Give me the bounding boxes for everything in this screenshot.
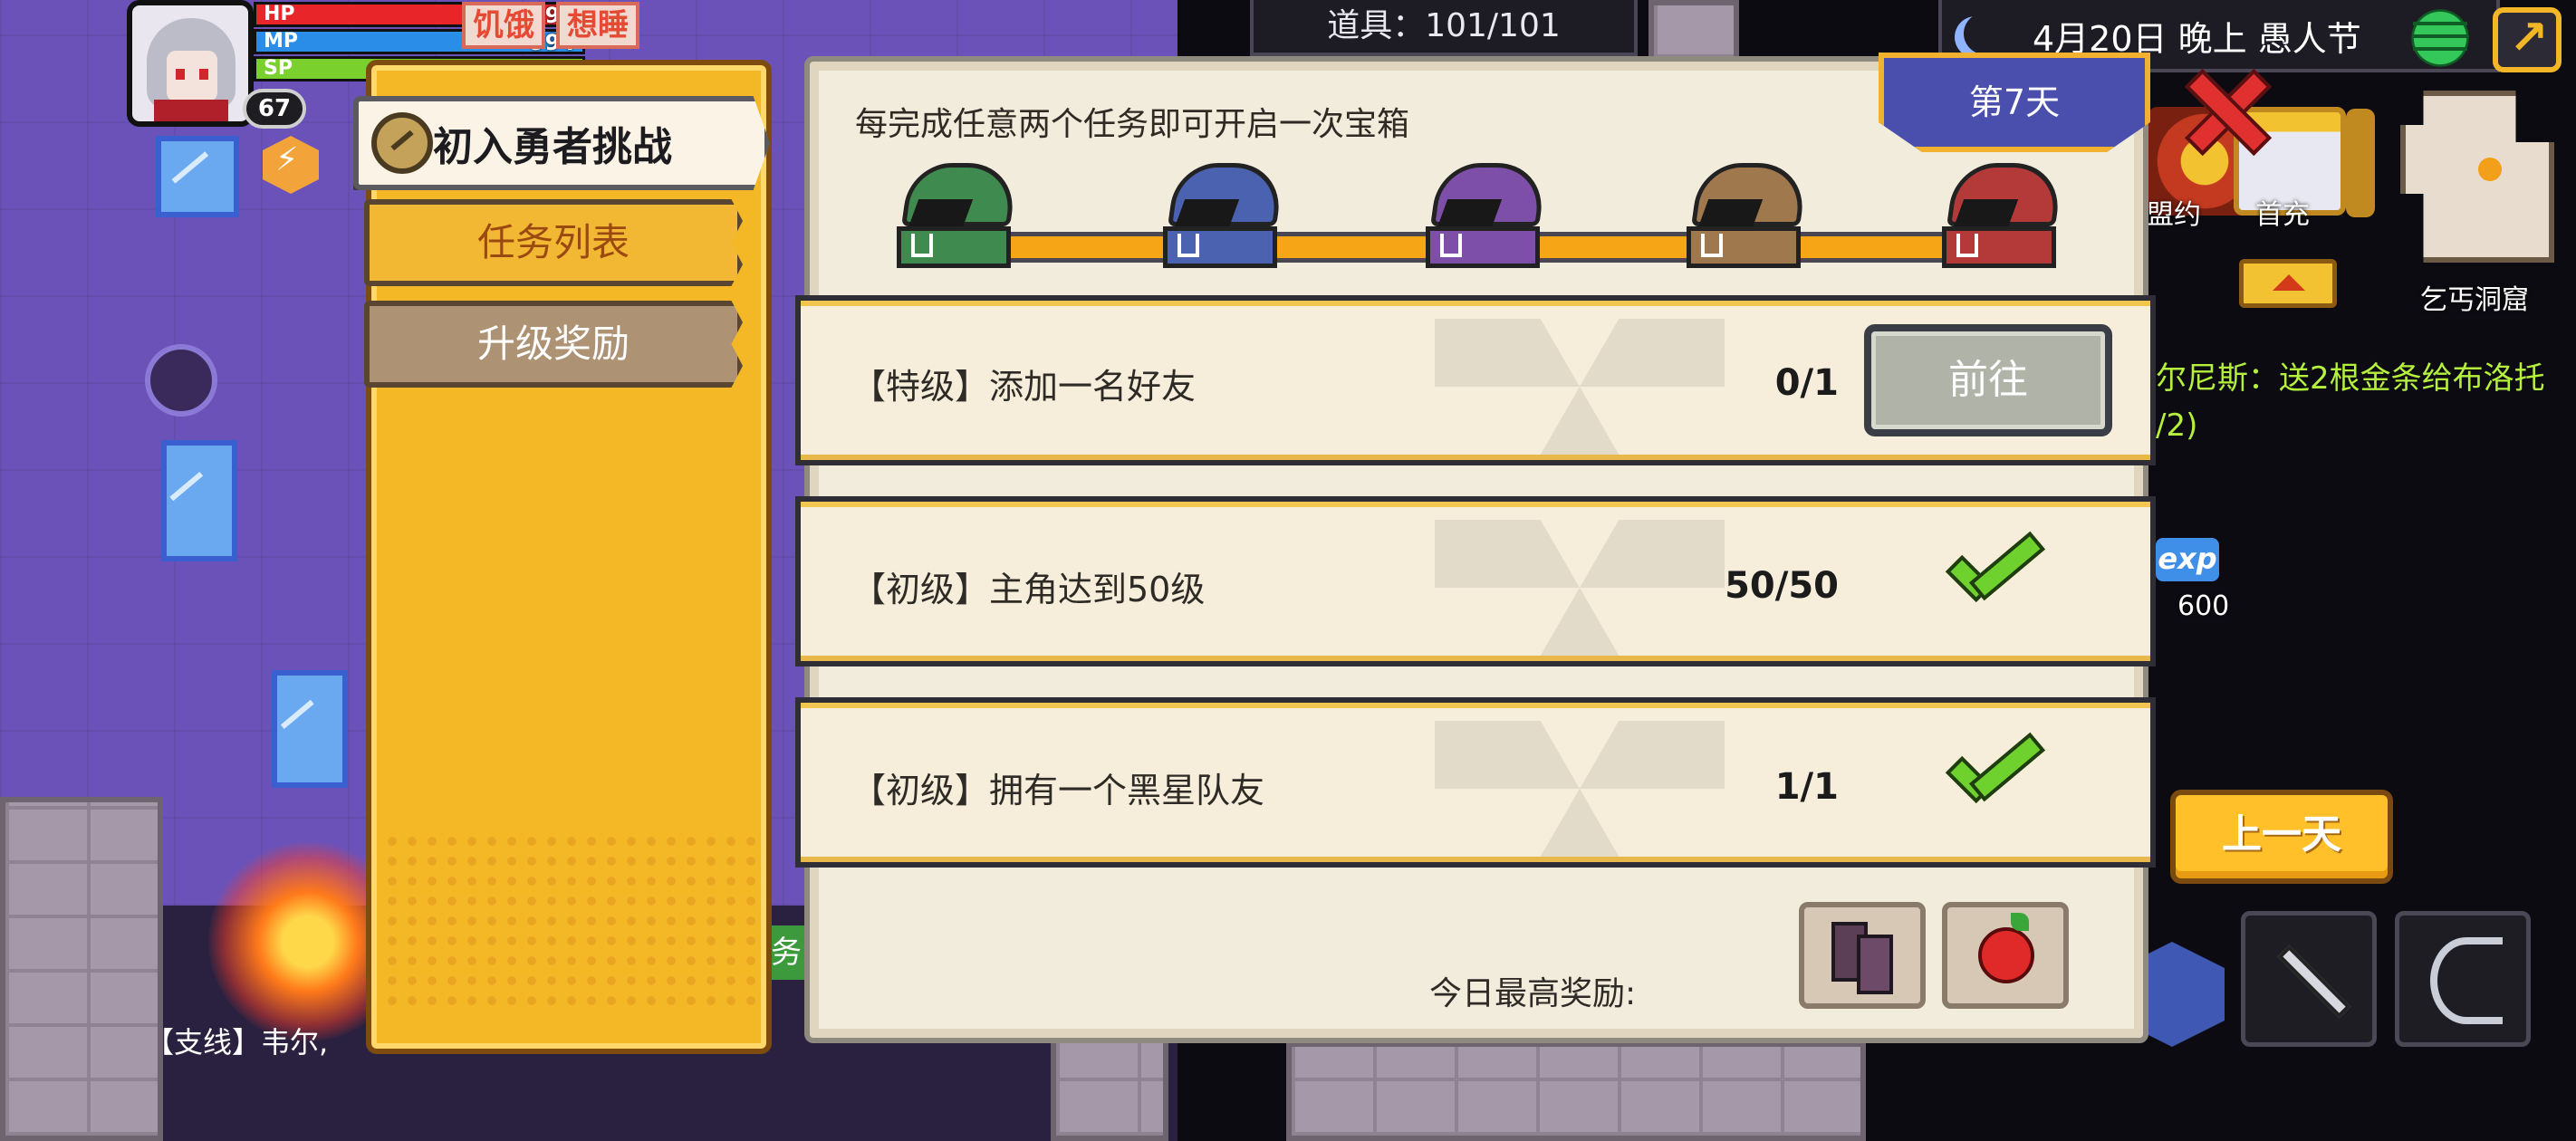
chest-lock-icon — [911, 234, 933, 257]
chest-lock-icon — [1177, 234, 1199, 257]
item-count: 道具：101/101 — [1250, 0, 1638, 56]
avatar-eye — [199, 69, 208, 80]
exp-icon: exp — [2156, 538, 2219, 581]
day-label: 第7天 — [1968, 82, 2061, 122]
treasure-chest-icon[interactable] — [1687, 163, 1809, 272]
more-icon[interactable] — [2346, 109, 2375, 217]
treasure-chest-icon[interactable] — [897, 163, 1019, 272]
minimap-label: 乞丐洞窟 — [2420, 284, 2529, 316]
level-badge: 67 — [243, 89, 306, 129]
prev-day-button[interactable]: 上一天 — [2170, 790, 2393, 884]
moon-icon — [1964, 13, 2005, 54]
apple-icon[interactable] — [1942, 902, 2069, 1009]
check-icon — [1947, 547, 2031, 601]
check-icon — [1947, 748, 2031, 802]
apple-leaf — [2011, 913, 2029, 931]
ice-block — [161, 440, 237, 561]
chest-lock-icon — [1440, 234, 1462, 257]
treasure-chest-icon[interactable] — [1942, 163, 2064, 272]
sword-icon — [2277, 944, 2351, 1019]
avatar-eye — [176, 69, 185, 80]
stone-wall — [0, 797, 163, 1141]
ice-block — [156, 136, 239, 217]
tab-upgrade-reward[interactable]: 升级奖励 — [364, 301, 743, 388]
boot-right — [1857, 935, 1893, 994]
player-avatar[interactable] — [127, 0, 254, 127]
task-name: 【初级】主角达到50级 — [851, 570, 1206, 609]
apple-body — [1978, 927, 2034, 983]
covenant-label: 盟约 — [2147, 199, 2201, 231]
task-progress: 0/1 — [1774, 362, 1839, 404]
challenge-medal-icon — [371, 112, 433, 174]
bow-skill-slot[interactable] — [2395, 911, 2531, 1047]
first-recharge-label: 首充 — [2255, 199, 2310, 231]
star-watermark — [1435, 520, 1725, 656]
chest-inside — [907, 199, 974, 230]
chest-inside — [1173, 199, 1240, 230]
task-name: 【特级】添加一名好友 — [851, 367, 1197, 407]
quest-chip[interactable]: 务 — [766, 925, 806, 980]
chest-lock-icon — [1701, 234, 1723, 257]
stone-wall — [1648, 0, 1739, 63]
stone-wall — [1051, 1032, 1168, 1141]
collapse-button[interactable] — [2239, 259, 2337, 308]
task-progress: 1/1 — [1774, 766, 1839, 808]
hp-label: HP — [264, 3, 295, 25]
treasure-chest-icon[interactable] — [1426, 163, 1548, 272]
chest-inside — [1697, 199, 1764, 230]
boots-icon[interactable] — [1799, 902, 1926, 1009]
status-hungry-badge[interactable]: 饥饿 — [462, 2, 545, 49]
tab-task-list[interactable]: 任务列表 — [364, 199, 743, 286]
star-watermark — [1435, 721, 1725, 857]
goto-button[interactable]: 前往 — [1864, 324, 2112, 436]
reward-label: 今日最高奖励: — [1429, 975, 1637, 1012]
ice-block — [272, 670, 348, 788]
sp-label: SP — [264, 57, 293, 80]
globe-icon[interactable] — [2404, 7, 2476, 69]
task-name: 【初级】拥有一个黑星队友 — [851, 771, 1265, 810]
avatar-coat — [154, 100, 228, 121]
exit-button[interactable] — [2493, 7, 2562, 72]
task-progress: 50/50 — [1725, 565, 1839, 607]
treasure-chest-icon[interactable] — [1163, 163, 1285, 272]
bow-icon — [2430, 937, 2503, 1024]
quest-tracker-text[interactable]: 尔尼斯：送2根金条给布洛托 /2) — [2156, 355, 2572, 449]
stone-wall — [1286, 1041, 1866, 1141]
exp-value: 600 — [2177, 590, 2230, 622]
status-sleepy-badge[interactable]: 想睡 — [556, 2, 639, 49]
sword-skill-slot[interactable] — [2241, 911, 2377, 1047]
task-hint: 每完成任意两个任务即可开启一次宝箱 — [855, 106, 1410, 143]
player-location-dot — [2478, 158, 2502, 181]
avatar-face — [167, 51, 217, 101]
mace-weapon-icon[interactable] — [145, 344, 217, 417]
subquest-text[interactable]: 【支线】韦尔, — [145, 1020, 328, 1061]
chest-inside — [1436, 199, 1503, 230]
challenge-title: 初入勇者挑战 — [433, 124, 672, 170]
panel-pattern — [382, 831, 755, 1012]
chest-inside — [1952, 199, 2019, 230]
mp-label: MP — [264, 30, 299, 53]
star-watermark — [1435, 319, 1725, 455]
close-icon[interactable] — [2185, 69, 2263, 147]
chest-lock-icon — [1956, 234, 1978, 257]
